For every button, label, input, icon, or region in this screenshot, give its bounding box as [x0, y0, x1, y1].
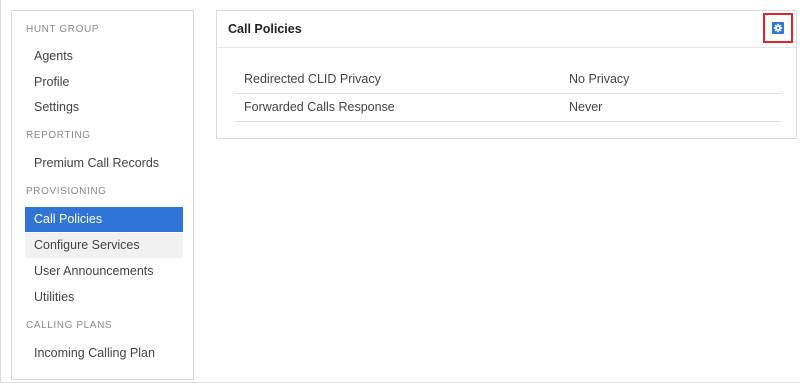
sidebar-item-profile[interactable]: Profile	[25, 70, 183, 95]
policy-label: Redirected CLID Privacy	[244, 72, 381, 86]
gear-icon	[773, 23, 783, 33]
section-heading-provisioning: PROVISIONING	[26, 186, 107, 197]
sidebar-item-utilities[interactable]: Utilities	[25, 285, 183, 310]
sidebar-item-user-announcements[interactable]: User Announcements	[25, 259, 183, 284]
policy-value: Never	[569, 100, 603, 114]
policy-row-redirected-clid-privacy: Redirected CLID Privacy No Privacy	[235, 67, 781, 94]
app-frame: HUNT GROUP Agents Profile Settings REPOR…	[0, 0, 800, 383]
call-policies-panel: Call Policies Redirected CLID Privacy No…	[216, 10, 797, 139]
settings-button[interactable]	[772, 22, 784, 34]
policy-label: Forwarded Calls Response	[244, 100, 395, 114]
policy-row-forwarded-calls-response: Forwarded Calls Response Never	[235, 95, 781, 122]
sidebar-item-premium-call-records[interactable]: Premium Call Records	[25, 151, 183, 176]
sidebar-item-configure-services[interactable]: Configure Services	[25, 233, 183, 258]
settings-highlight-box	[763, 13, 793, 43]
sidebar-item-agents[interactable]: Agents	[25, 44, 183, 69]
section-heading-calling-plans: CALLING PLANS	[26, 320, 113, 331]
sidebar-item-call-policies[interactable]: Call Policies	[25, 207, 183, 232]
panel-header: Call Policies	[217, 11, 796, 48]
page-title: Call Policies	[228, 22, 302, 36]
sidebar-nav: HUNT GROUP Agents Profile Settings REPOR…	[11, 10, 194, 380]
section-heading-hunt-group: HUNT GROUP	[26, 24, 100, 35]
section-heading-reporting: REPORTING	[26, 130, 91, 141]
policy-value: No Privacy	[569, 72, 630, 86]
sidebar-item-settings[interactable]: Settings	[25, 95, 183, 120]
sidebar-item-incoming-calling-plan[interactable]: Incoming Calling Plan	[25, 341, 183, 366]
